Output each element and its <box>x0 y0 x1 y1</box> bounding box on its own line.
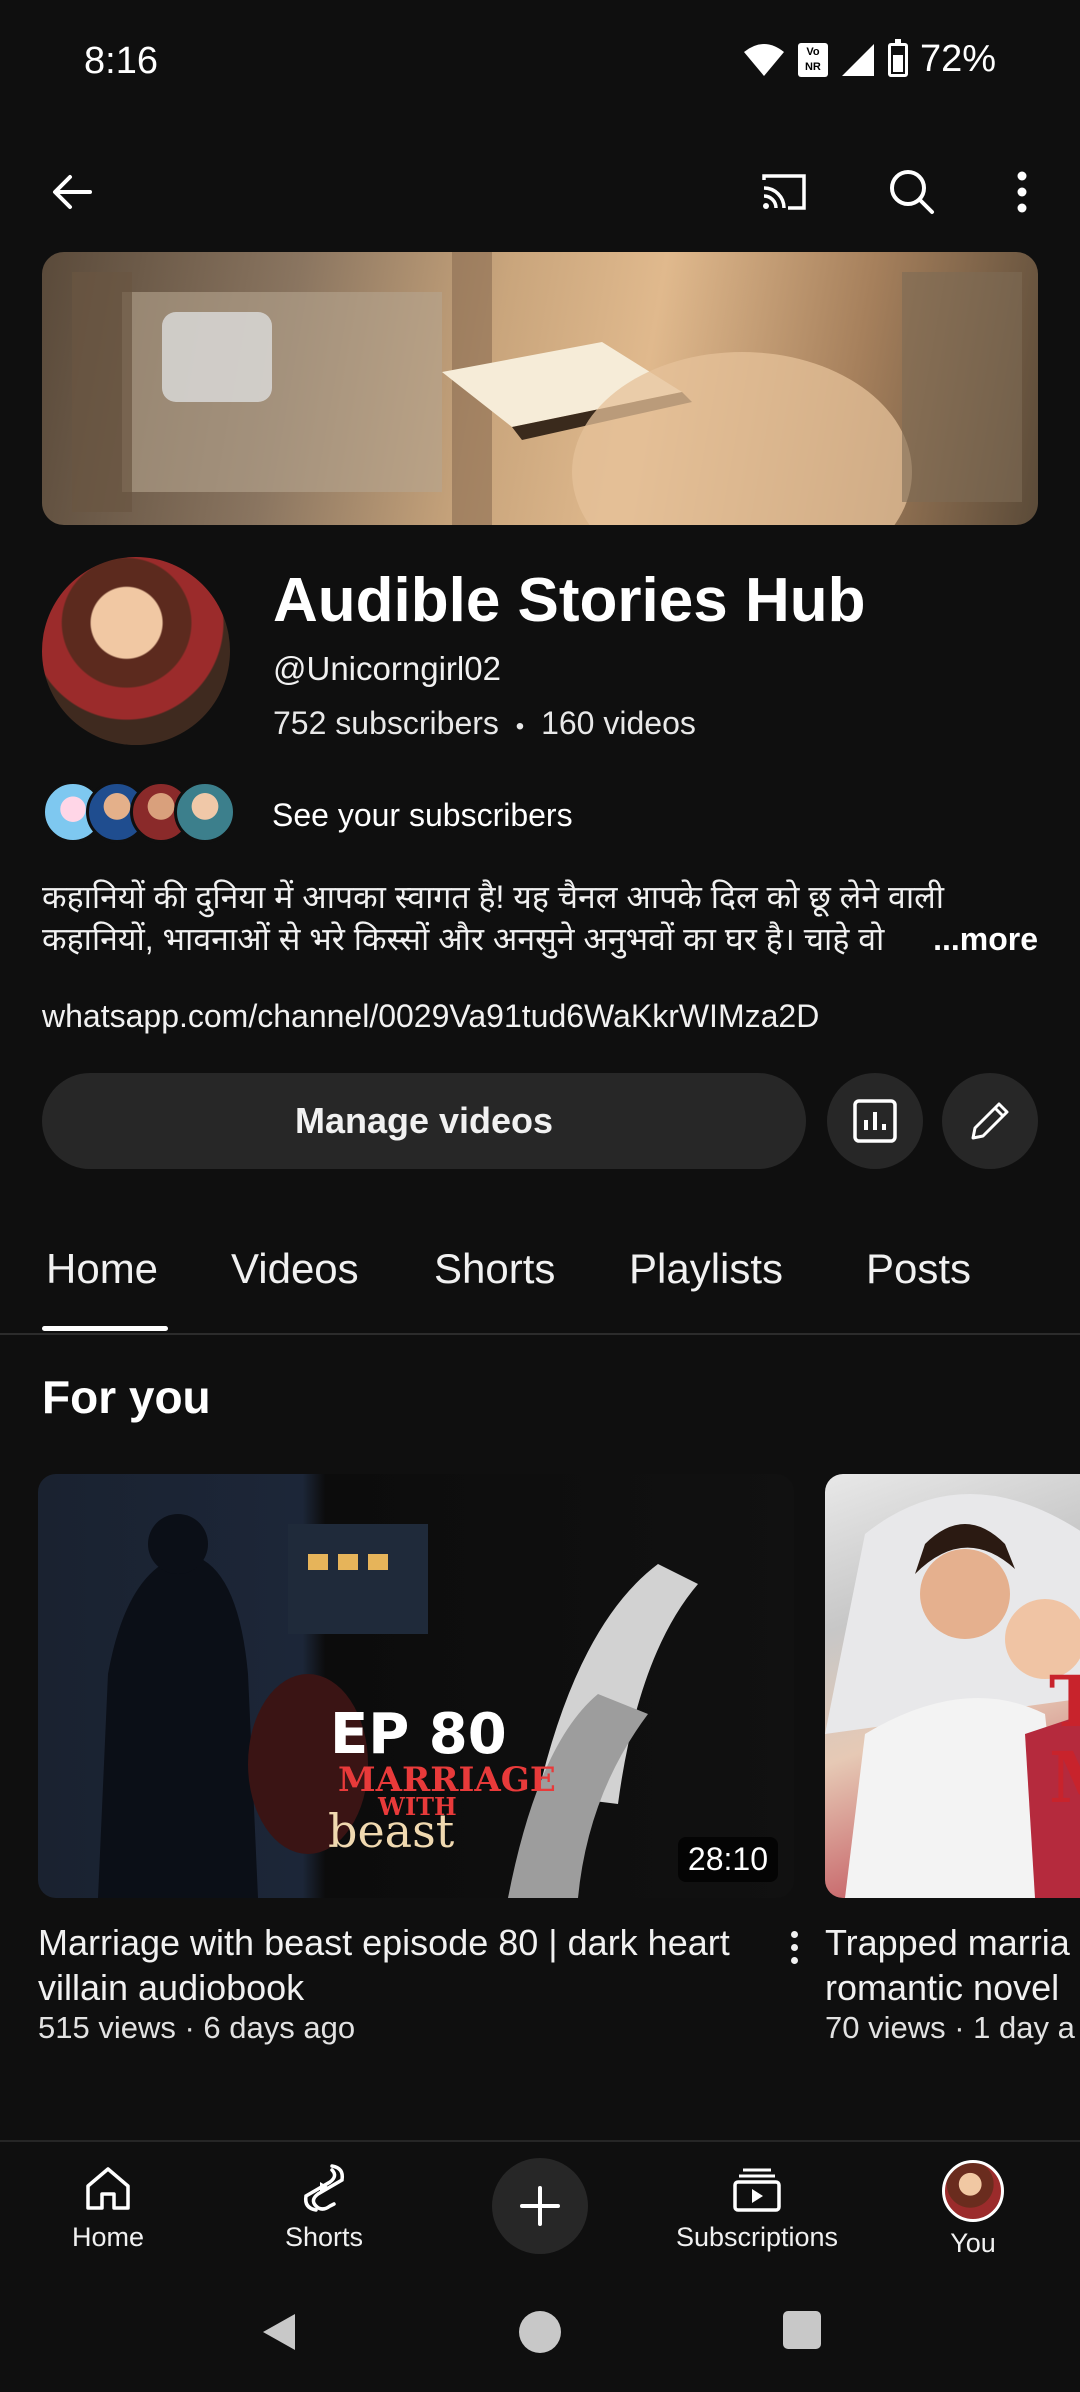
channel-stats: 752 subscribers • 160 videos <box>273 705 696 742</box>
system-back-icon[interactable] <box>255 2308 303 2356</box>
nav-subscriptions[interactable]: Subscriptions <box>675 2160 839 2253</box>
battery-percent: 72% <box>919 38 996 80</box>
channel-handle: @Unicorngirl02 <box>273 650 501 687</box>
status-icons: Vo NR 72% <box>742 38 996 81</box>
user-avatar <box>942 2160 1004 2222</box>
video-title[interactable]: Marriage with beast episode 80 | dark he… <box>38 1920 738 2010</box>
stats-separator: • <box>515 713 525 740</box>
pencil-icon <box>971 1102 1009 1140</box>
video-title-line-1: Trapped marria <box>825 1922 1070 1963</box>
back-arrow-icon[interactable] <box>40 160 104 224</box>
more-link[interactable]: ...more <box>933 918 1038 960</box>
description-line-1: कहानियों की दुनिया में आपका स्वागत है! य… <box>42 879 945 915</box>
channel-description[interactable]: कहानियों की दुनिया में आपका स्वागत है! य… <box>42 876 1038 960</box>
nav-home[interactable]: Home <box>28 2160 188 2253</box>
video-duration: 28:10 <box>677 1837 778 1882</box>
subscriber-count: 752 subscribers <box>273 705 499 741</box>
channel-tabs: Home Videos Shorts Playlists Posts <box>0 1215 1080 1335</box>
more-vertical-icon[interactable] <box>990 160 1054 224</box>
volte-badge: Vo NR <box>797 42 828 77</box>
video-thumbnail[interactable]: T M <box>825 1474 1080 1898</box>
see-subscribers-label: See your subscribers <box>272 797 573 833</box>
video-options-button[interactable] <box>776 1922 812 1972</box>
video-thumbnail[interactable]: EP 80 MARRIAGE WITH beast 28:10 <box>38 1474 794 1898</box>
shorts-icon <box>303 2164 345 2212</box>
analytics-icon <box>853 1099 897 1143</box>
tab-videos[interactable]: Videos <box>231 1245 359 1293</box>
section-title: For you <box>42 1371 211 1423</box>
status-time: 8:16 <box>84 40 158 82</box>
status-bar: 8:16 Vo NR 72% <box>0 0 1080 130</box>
system-home-icon[interactable] <box>516 2308 564 2356</box>
active-tab-indicator <box>42 1326 168 1331</box>
edit-channel-button[interactable] <box>942 1073 1038 1169</box>
thumbnail-title-text: T M <box>1049 1660 1080 1816</box>
analytics-button[interactable] <box>827 1073 923 1169</box>
create-button[interactable] <box>492 2158 588 2254</box>
tab-shorts[interactable]: Shorts <box>434 1245 555 1293</box>
thumbnail-beast-text: beast <box>328 1804 455 1858</box>
system-navigation <box>0 2280 1080 2380</box>
video-meta: 515 views · 6 days ago <box>38 2010 356 2045</box>
channel-avatar[interactable] <box>42 557 230 745</box>
video-title[interactable]: Trapped marria romantic novel <box>825 1920 1080 2010</box>
cast-icon[interactable] <box>752 160 816 224</box>
channel-name: Audible Stories Hub <box>273 566 866 635</box>
search-icon[interactable] <box>880 160 944 224</box>
nav-home-label: Home <box>71 2222 145 2252</box>
subscriber-avatar <box>174 781 236 843</box>
tab-playlists[interactable]: Playlists <box>629 1245 783 1293</box>
tab-home[interactable]: Home <box>46 1245 158 1293</box>
description-line-2: कहानियों, भावनाओं से भरे किस्सों और अनसु… <box>42 921 885 957</box>
tab-posts[interactable]: Posts <box>866 1245 971 1293</box>
manage-videos-button[interactable]: Manage videos <box>42 1073 806 1169</box>
channel-external-link[interactable]: whatsapp.com/channel/0029Va91tud6WaKkrWI… <box>42 998 819 1035</box>
subscriber-avatars <box>42 779 252 845</box>
subscriptions-icon <box>733 2168 781 2212</box>
video-count: 160 videos <box>541 705 696 741</box>
signal-icon <box>841 43 874 76</box>
top-app-bar <box>0 140 1080 240</box>
nav-you-label: You <box>950 2228 996 2258</box>
plus-icon <box>520 2186 560 2226</box>
system-recents-icon[interactable] <box>780 2308 824 2352</box>
nav-shorts[interactable]: Shorts <box>244 2160 404 2253</box>
video-title-line-2: romantic novel <box>825 1967 1060 2008</box>
nav-you[interactable]: You <box>893 2160 1053 2259</box>
wifi-icon <box>743 43 784 76</box>
nav-shorts-label: Shorts <box>284 2222 364 2252</box>
home-icon <box>86 2167 130 2210</box>
video-meta: 70 views · 1 day a <box>825 2010 1075 2045</box>
nav-subscriptions-label: Subscriptions <box>675 2222 839 2252</box>
see-subscribers-row[interactable]: See your subscribers <box>42 777 573 847</box>
channel-banner <box>42 252 1038 525</box>
thumbnail-episode-text: EP 80 <box>330 1702 507 1767</box>
battery-icon <box>887 38 908 77</box>
